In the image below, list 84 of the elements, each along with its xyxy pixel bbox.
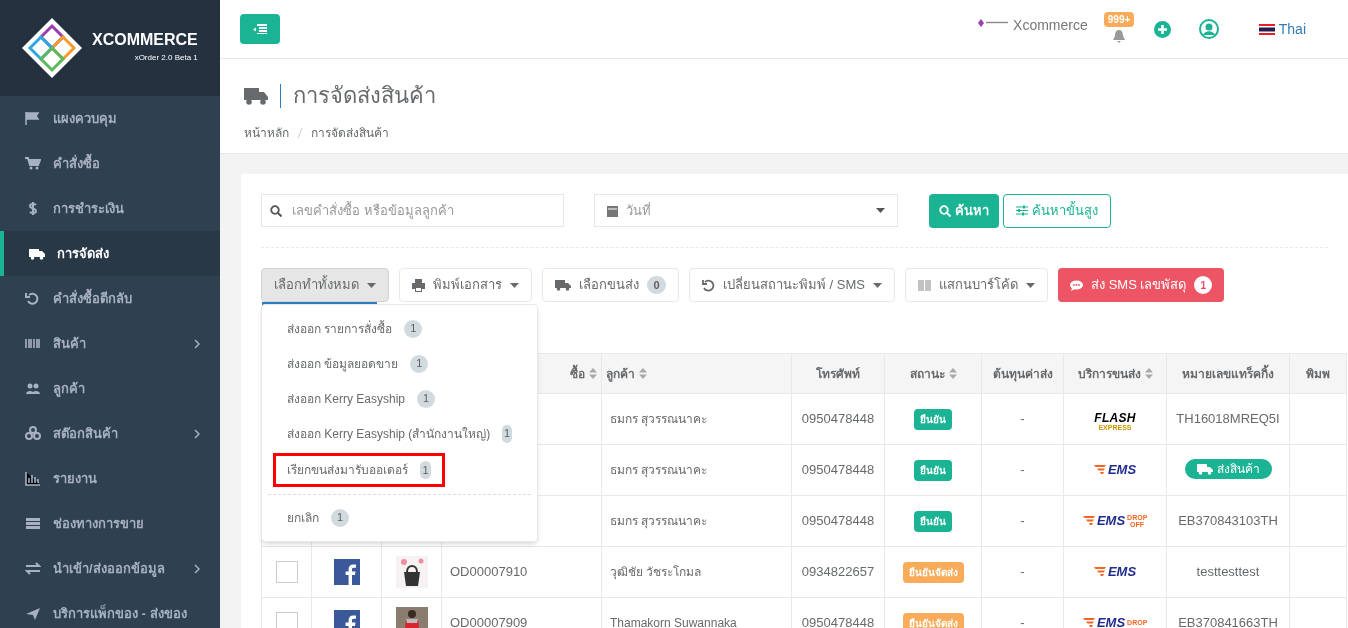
logo-text: XCOMMERCE xyxy=(92,32,198,48)
column-header: ต้นทุนค่าส่ง xyxy=(992,365,1053,383)
tracking-number: EB370843103TH xyxy=(1178,513,1278,529)
sidebar-item[interactable]: บริการแพ็กของ - ส่งของ xyxy=(0,591,220,628)
language-link[interactable]: Thai xyxy=(1258,18,1306,40)
column-header: โทรศัพท์ xyxy=(816,365,860,383)
breadcrumb-link[interactable]: การจัดส่งสินค้า xyxy=(311,124,389,142)
status-badge: ยืนยันจัดส่ง xyxy=(902,561,964,583)
dropdown-button[interactable]: พิมพ์เอกสาร xyxy=(399,268,532,302)
date-select[interactable]: วันที่ xyxy=(594,194,898,227)
dropdown-item[interactable]: ยกเลิก 1 xyxy=(274,502,525,533)
count-badge: 1 xyxy=(410,354,429,373)
phone-number: 0950478448 xyxy=(801,615,875,628)
shipping-cost: - xyxy=(1020,615,1025,628)
phone-number: 0950478448 xyxy=(801,411,875,427)
customer-name: ธมกร สุวรรณนาคะ xyxy=(610,412,708,427)
count-badge: 1 xyxy=(1194,276,1213,294)
logo-subtitle: xOrder 2.0 Beta 1 xyxy=(134,52,198,64)
action-button[interactable]: เลือกขนส่ง 0 xyxy=(542,268,679,302)
sidebar-item[interactable]: การชำระเงิน xyxy=(0,186,220,231)
dropdown-button[interactable]: เปลี่ยนสถานะพิมพ์ / SMS xyxy=(689,268,895,302)
shipping-cost: - xyxy=(1020,462,1025,478)
phone-number: 0934822657 xyxy=(801,564,875,580)
dropdown-item[interactable]: ส่งออก Kerry Easyship (สำนักงานใหญ่) 1 xyxy=(274,418,525,449)
column-header: พิมพ xyxy=(1306,365,1330,383)
status-badge: ยืนยันจัดส่ง xyxy=(902,612,964,628)
count-badge: 1 xyxy=(331,508,349,527)
count-badge: 0 xyxy=(647,276,666,294)
page-title: การจัดส่งสินค้า xyxy=(293,82,436,110)
carrier-logo-text: EMS xyxy=(1096,512,1126,531)
sidebar-item[interactable]: การจัดส่ง xyxy=(0,231,220,276)
dropdown-item[interactable]: ส่งออก รายการสั่งซื้อ 1 xyxy=(274,313,525,344)
action-button[interactable]: ส่ง SMS เลขพัสดุ 1 xyxy=(1058,268,1225,302)
column-header: ลูกค้า xyxy=(606,365,635,383)
dropdown-item[interactable]: ส่งออก Kerry Easyship 1 xyxy=(274,383,525,414)
advanced-search-button[interactable]: ค้นหาขั้นสูง xyxy=(1003,193,1111,228)
order-number: OD00007909 xyxy=(450,615,528,628)
column-header: ซื้อ xyxy=(570,364,585,383)
carrier-logo-text: EMS xyxy=(1107,563,1137,582)
customer-name: ธมกร สุวรรณนาคะ xyxy=(610,463,708,478)
ship-button[interactable]: ส่งสินค้า xyxy=(1184,459,1272,480)
sidebar-item[interactable]: สินค้า xyxy=(0,321,220,366)
customer-name: ธมกร สุวรรณนาคะ xyxy=(610,514,708,529)
sidebar-item[interactable]: รายงาน xyxy=(0,456,220,501)
count-badge: 1 xyxy=(420,461,431,479)
sidebar-item[interactable]: สต๊อกสินค้า xyxy=(0,411,220,456)
shipping-cost: - xyxy=(1020,513,1025,529)
status-badge: ยืนยัน xyxy=(914,408,952,430)
count-badge: 1 xyxy=(404,319,423,338)
tracking-number: EB370841663TH xyxy=(1178,615,1278,628)
sidebar-item[interactable]: นำเข้า/ส่งออกข้อมูล xyxy=(0,546,220,591)
dropdown-item[interactable]: ส่งออก ข้อมูลยอดขาย 1 xyxy=(274,348,525,379)
dropdown-item[interactable]: เรียกขนส่งมารับออเดอร์ 1 xyxy=(273,453,445,487)
sidebar-item[interactable]: ช่องทางการขาย xyxy=(0,501,220,546)
column-header: หมายเลขแทร็คกิ้ง xyxy=(1182,364,1274,383)
breadcrumb-link[interactable]: หน้าหลัก xyxy=(244,124,289,142)
tracking-number: testtesttest xyxy=(1196,564,1260,580)
order-number: OD00007910 xyxy=(450,564,528,580)
carrier-logo-text: EMS xyxy=(1096,614,1126,628)
sidebar-item[interactable]: คำสั่งซื้อ xyxy=(0,141,220,186)
search-field[interactable]: เลขคำสั่งซื้อ หรือข้อมูลลูกค้า xyxy=(261,194,564,227)
count-badge: 1 xyxy=(417,389,436,408)
status-badge: ยืนยัน xyxy=(914,459,952,481)
dropdown-button[interactable]: แสกนบาร์โค้ด xyxy=(905,268,1048,302)
phone-number: 0950478448 xyxy=(801,513,875,529)
column-header: บริการขนส่ง xyxy=(1077,365,1141,383)
tracking-number: TH16018MREQ5I xyxy=(1176,411,1280,427)
customer-name: Thamakorn Suwannaka xyxy=(610,616,737,628)
carrier-logo-text: FLASH xyxy=(1094,411,1136,424)
sidebar-item[interactable]: แผงควบคุม xyxy=(0,96,220,141)
brand-name: Xcommerce xyxy=(1013,15,1088,35)
carrier-logo-text: EMS xyxy=(1107,461,1137,480)
column-header: สถานะ xyxy=(909,365,945,383)
dropdown-button[interactable]: เลือกทำทั้งหมด xyxy=(261,268,389,302)
sidebar-item[interactable]: ลูกค้า xyxy=(0,366,220,411)
customer-name: วุฒิชัย วัชระโกมล xyxy=(610,565,702,580)
shipping-cost: - xyxy=(1020,411,1025,427)
phone-number: 0950478448 xyxy=(801,462,875,478)
count-badge: 1 xyxy=(502,424,512,443)
shipping-cost: - xyxy=(1020,564,1025,580)
search-button[interactable]: ค้นหา xyxy=(929,193,999,228)
status-badge: ยืนยัน xyxy=(914,510,952,532)
notification-badge: 999+ xyxy=(1103,12,1135,27)
sidebar-item[interactable]: คำสั่งซื้อตีกลับ xyxy=(0,276,220,321)
